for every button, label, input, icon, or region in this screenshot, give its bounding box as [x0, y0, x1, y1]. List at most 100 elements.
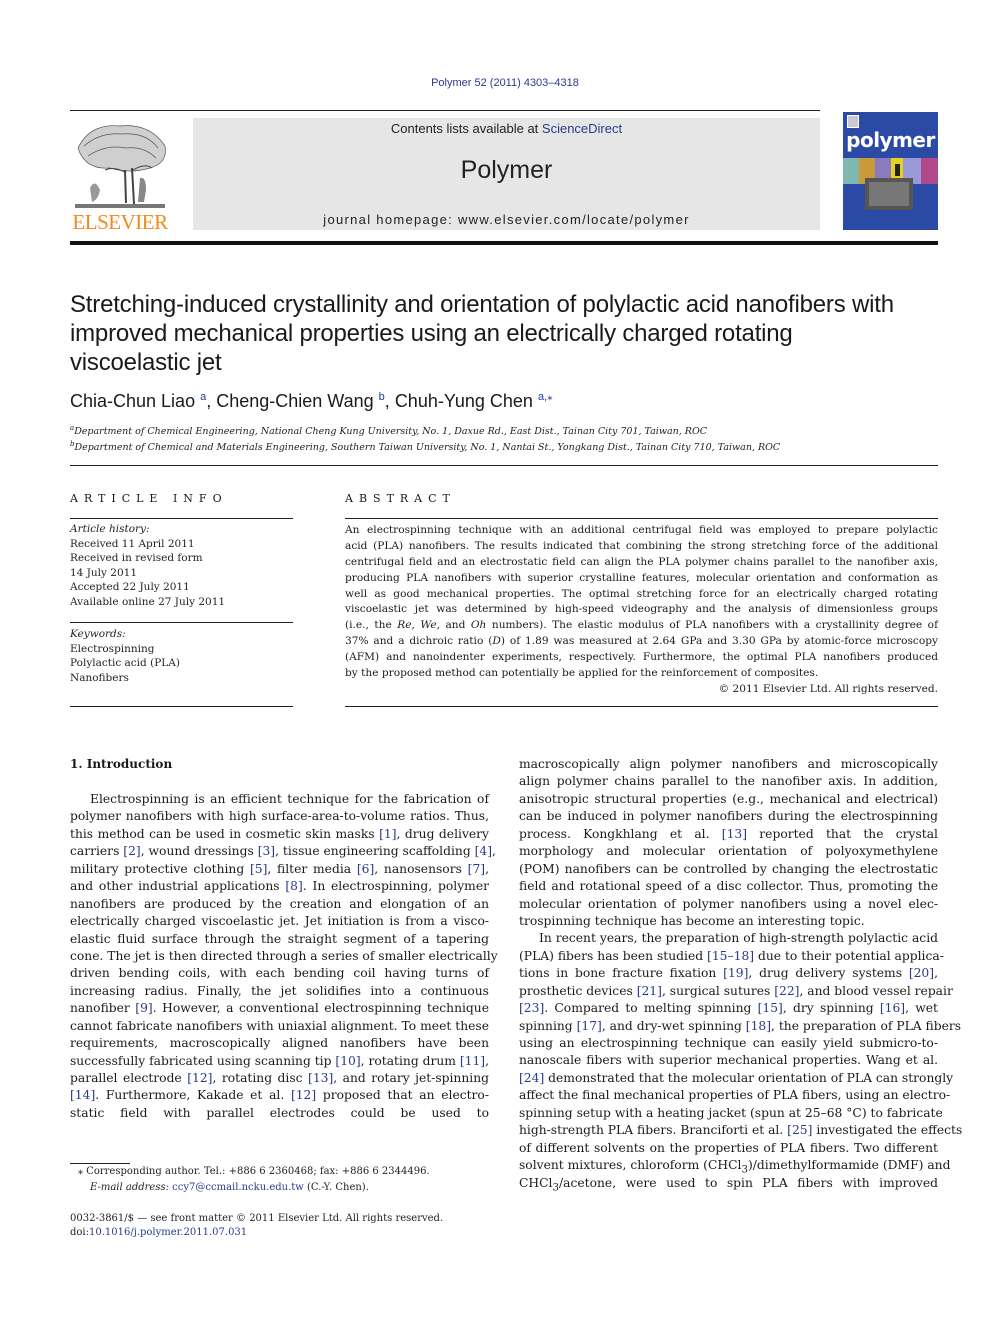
cover-title: polymer [846, 128, 935, 152]
body-line: cone. The jet is then directed through a… [70, 948, 498, 963]
citation-link[interactable]: [10] [335, 1054, 360, 1068]
email-label: E-mail address: [90, 1182, 173, 1193]
journal-masthead: Contents lists available at ScienceDirec… [193, 118, 820, 230]
body-line: polymer nanofibers with high surface-are… [70, 809, 489, 824]
abstract-line: by the proposed method can potentially b… [345, 667, 819, 680]
elsevier-logo[interactable]: ELSEVIER [68, 118, 172, 234]
body-line: morphology and molecular orientation of … [519, 844, 938, 859]
divider [70, 622, 293, 623]
abstract-line: viscoelastic jet was determined by high-… [345, 603, 938, 616]
citation-link[interactable]: [11] [460, 1054, 485, 1068]
sciencedirect-link[interactable]: ScienceDirect [542, 121, 622, 136]
title-line: improved mechanical properties using an … [70, 320, 793, 347]
abstract-line: well as good mechanical properties. The … [345, 587, 938, 600]
citation-link[interactable]: [24] [519, 1071, 544, 1085]
body-line: increasing radius. Finally, the jet soli… [70, 983, 489, 998]
title-block-rule [70, 465, 938, 466]
contents-line: Contents lists available at ScienceDirec… [193, 121, 820, 136]
elsevier-tree-icon [75, 125, 166, 208]
journal-homepage-link[interactable]: journal homepage: www.elsevier.com/locat… [193, 212, 820, 227]
body-line: nanofibers are produced by the creation … [70, 896, 489, 911]
body-line: CHCl3/acetone, were used to spin PLA fib… [519, 1175, 938, 1193]
footnote-rule [70, 1163, 130, 1164]
body-line: macroscopically align polymer nanofibers… [519, 757, 938, 771]
keyword: Nanofibers [70, 671, 129, 684]
history-item: Received in revised form [70, 552, 203, 564]
affiliation-mark[interactable]: a,⁎ [538, 391, 553, 403]
history-item: Received 11 April 2011 [70, 537, 195, 550]
citation-link[interactable]: [13] [722, 827, 747, 841]
body-line: nanofiber [9]. However, a conventional e… [70, 1001, 489, 1016]
variable: Oh [470, 619, 487, 632]
email-note: E-mail address: ccy7@ccmail.ncku.edu.tw … [90, 1182, 369, 1193]
divider [345, 518, 938, 519]
citation-link[interactable]: [18] [746, 1019, 771, 1033]
citation-link[interactable]: [2] [123, 844, 140, 858]
citation-link[interactable]: [15] [758, 1001, 783, 1015]
doi-link[interactable]: 10.1016/j.polymer.2011.07.031 [89, 1227, 247, 1238]
body-line: can be induced in polymer nanofibers dur… [519, 809, 938, 824]
author-name[interactable]: Cheng-Chien Wang [216, 391, 373, 411]
citation-link[interactable]: [21] [637, 984, 662, 998]
variable: Re [397, 619, 412, 632]
body-line: electrically charged viscoelastic jet. J… [70, 914, 489, 929]
affiliation: aDepartment of Chemical Engineering, Nat… [70, 424, 707, 437]
citation-link[interactable]: [9] [135, 1001, 152, 1015]
citation-link[interactable]: [25] [787, 1123, 812, 1137]
journal-reference[interactable]: Polymer 52 (2011) 4303–4318 [0, 77, 992, 89]
author-name[interactable]: Chia-Chun Liao [70, 391, 195, 411]
citation-link[interactable]: [7] [468, 862, 485, 876]
citation-link[interactable]: [23] [519, 1001, 544, 1015]
history-item: Accepted 22 July 2011 [70, 581, 190, 593]
body-line: (POM) nanofibers can be controlled by ch… [519, 861, 938, 876]
citation-link[interactable]: [19] [723, 966, 748, 980]
email-link[interactable]: ccy7@ccmail.ncku.edu.tw [172, 1182, 304, 1193]
body-line: [14]. Furthermore, Kakade et al. [12] pr… [70, 1088, 489, 1103]
citation-link[interactable]: [13] [308, 1071, 333, 1085]
masthead-top-rule [70, 110, 820, 111]
abstract-line: acid (PLA) nanofibers. The results indic… [345, 539, 938, 552]
author-name[interactable]: Chuh-Yung Chen [395, 391, 533, 411]
history-item: Available online 27 July 2011 [70, 595, 226, 608]
email-suffix: (C.-Y. Chen). [303, 1182, 369, 1193]
journal-cover-image[interactable]: polymer [843, 112, 938, 230]
citation-link[interactable]: [17] [577, 1019, 602, 1033]
affiliation-text: Department of Chemical and Materials Eng… [74, 442, 781, 454]
citation-link[interactable]: [3] [258, 844, 275, 858]
body-line: (PLA) fibers has been studied [15–18] du… [519, 948, 944, 963]
citation-link[interactable]: [8] [285, 879, 302, 893]
citation-link[interactable]: [5] [250, 862, 267, 876]
body-line: tions in bone fracture fixation [19], dr… [519, 966, 938, 981]
citation-link[interactable]: [1] [379, 827, 396, 841]
body-line: carriers [2], wound dressings [3], tissu… [70, 844, 496, 859]
abstract-line: producing PLA nanofibers with superior c… [345, 571, 938, 584]
citation-link[interactable]: [14] [70, 1088, 95, 1102]
body-line: field and rotational speed of a disc col… [519, 879, 938, 894]
front-matter-note: 0032-3861/$ — see front matter © 2011 El… [70, 1213, 444, 1224]
affiliation-mark[interactable]: b [379, 391, 385, 403]
keywords: Keywords: Electrospinning Polylactic aci… [70, 627, 293, 685]
abstract-line: An electrospinning technique with an add… [345, 524, 938, 536]
body-line: trospinning technique has become an inte… [519, 913, 865, 928]
citation-link[interactable]: [22] [774, 984, 799, 998]
abstract-line: (AFM) and nanoindenter experiments, resp… [345, 651, 938, 664]
abstract-line: (i.e., the Re, We, and Oh numbers). The … [345, 619, 938, 632]
affiliation: bDepartment of Chemical and Materials En… [70, 440, 780, 453]
doi-note: doi:10.1016/j.polymer.2011.07.031 [70, 1227, 247, 1238]
citation-link[interactable]: [16] [880, 1001, 905, 1015]
journal-name: Polymer [460, 156, 553, 184]
body-line: process. Kongkhlang et al. [13] reported… [519, 826, 938, 841]
body-column-left: Electrospinning is an efficient techniqu… [70, 791, 498, 1122]
affiliation-mark[interactable]: a [200, 391, 206, 403]
keyword: Polylactic acid (PLA) [70, 657, 180, 669]
citation-link[interactable]: [15–18] [707, 949, 754, 963]
citation-link[interactable]: [6] [357, 862, 374, 876]
citation-link[interactable]: [12] [187, 1071, 212, 1085]
citation-link[interactable]: [12] [291, 1088, 316, 1102]
citation-link[interactable]: [4] [475, 844, 492, 858]
contents-prefix: Contents lists available at [390, 121, 542, 136]
divider [70, 706, 293, 707]
citation-link[interactable]: [20] [909, 966, 934, 980]
body-line: successfully fabricated using scanning t… [70, 1053, 490, 1068]
divider [70, 518, 293, 519]
